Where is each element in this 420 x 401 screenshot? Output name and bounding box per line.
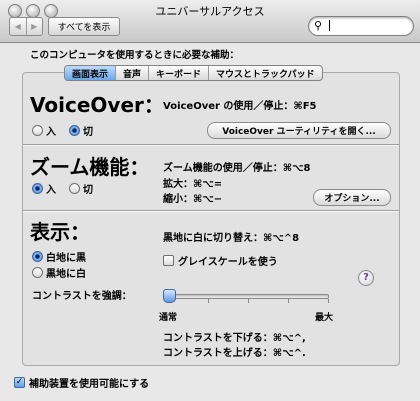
radio-selected-icon xyxy=(32,183,43,194)
contrast-label: コントラストを強調： xyxy=(32,291,132,302)
voiceover-off-radio[interactable]: 切 xyxy=(69,123,93,138)
tab-display[interactable]: 画面表示 xyxy=(65,66,116,80)
display-title: 表示： xyxy=(30,220,90,244)
tab-hearing[interactable]: 音声 xyxy=(115,66,148,80)
forward-icon[interactable]: ▶ xyxy=(25,18,43,35)
divider xyxy=(23,144,399,146)
checkbox-icon xyxy=(163,255,174,266)
slider-tick xyxy=(208,299,209,303)
zoom-out-shortcut: 縮小：⌘⌥− xyxy=(163,194,223,205)
radio-icon xyxy=(69,183,80,194)
tab-bar: 画面表示 音声 キーボード マウスとトラックパッド xyxy=(64,65,323,81)
contrast-min-label: 通常 xyxy=(159,313,178,323)
voiceover-title: VoiceOver： xyxy=(30,93,164,117)
radio-selected-icon xyxy=(32,251,43,262)
show-all-button[interactable]: すべてを表示 xyxy=(48,17,120,36)
text-caret xyxy=(329,20,330,31)
zoom-title: ズーム機能： xyxy=(30,155,150,179)
black-on-white-radio[interactable]: 白地に黒 xyxy=(32,249,86,264)
radio-selected-icon xyxy=(69,125,80,136)
help-icon[interactable]: ? xyxy=(358,270,374,286)
search-icon: ⚲ xyxy=(314,19,323,32)
radio-icon xyxy=(32,267,43,278)
divider xyxy=(23,210,399,212)
title-bar: ユニバーサルアクセス ◀ ▶ すべてを表示 ⚲ xyxy=(0,0,420,43)
radio-icon xyxy=(32,125,43,136)
voiceover-on-radio[interactable]: 入 xyxy=(32,123,56,138)
checkmark-icon: ✓ xyxy=(14,377,25,388)
contrast-up-shortcut: コントラストを上げる：⌘⌥^. xyxy=(163,348,306,359)
zoom-in-shortcut: 拡大：⌘⌥= xyxy=(163,179,223,190)
zoom-toggle-shortcut: ズーム機能の使用／停止：⌘⌥8 xyxy=(163,163,311,174)
white-on-black-radio[interactable]: 黒地に白 xyxy=(32,265,86,280)
contrast-slider-track[interactable] xyxy=(163,294,329,299)
slider-tick xyxy=(288,299,289,303)
zoom-off-radio[interactable]: 切 xyxy=(69,181,93,196)
slider-tick xyxy=(328,299,329,303)
search-input[interactable] xyxy=(327,19,407,31)
tab-mouse-trackpad[interactable]: マウスとトラックパッド xyxy=(208,66,322,80)
zoom-options-button[interactable]: オプション... xyxy=(313,189,391,206)
slider-tick xyxy=(248,299,249,303)
back-icon[interactable]: ◀ xyxy=(10,18,26,35)
intro-heading: このコンピュータを使用するときに必要な補助： xyxy=(30,50,240,61)
back-forward-buttons: ◀ ▶ xyxy=(9,17,43,36)
grayscale-checkbox[interactable]: グレイスケールを使う xyxy=(163,253,278,268)
zoom-on-radio[interactable]: 入 xyxy=(32,181,56,196)
contrast-max-label: 最大 xyxy=(315,313,334,323)
voiceover-shortcut: VoiceOver の使用／停止：⌘F5 xyxy=(163,101,317,112)
contrast-down-shortcut: コントラストを下げる：⌘⌥^, xyxy=(163,333,306,344)
assistive-devices-checkbox[interactable]: ✓ 補助装置を使用可能にする xyxy=(14,375,149,390)
search-field[interactable]: ⚲ xyxy=(308,16,414,36)
settings-panel: VoiceOver： VoiceOver の使用／停止：⌘F5 入 切 Voic… xyxy=(22,72,400,366)
invert-shortcut: 黒地に白に切り替え：⌘⌥^8 xyxy=(163,233,300,244)
contrast-slider-thumb[interactable] xyxy=(163,289,176,303)
tab-keyboard[interactable]: キーボード xyxy=(148,66,208,80)
open-voiceover-utility-button[interactable]: VoiceOver ユーティリティを開く... xyxy=(207,122,391,139)
universal-access-window: ユニバーサルアクセス ◀ ▶ すべてを表示 ⚲ このコンピュータを使用するときに… xyxy=(0,0,420,401)
